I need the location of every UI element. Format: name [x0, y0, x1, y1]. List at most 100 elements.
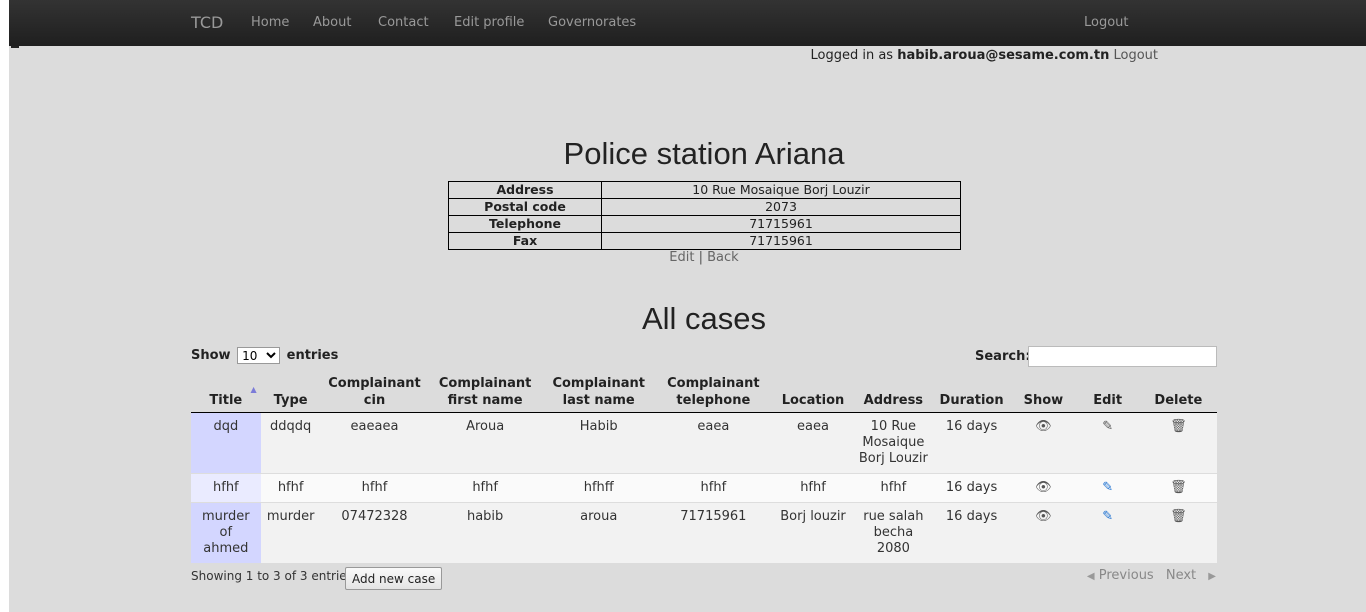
- col-duration-header[interactable]: Duration: [931, 373, 1012, 413]
- nav-contact[interactable]: Contact: [378, 15, 429, 30]
- col-telephone-header[interactable]: Complainant telephone: [655, 373, 772, 413]
- cell-location: Borj louzir: [771, 502, 855, 563]
- trash-icon[interactable]: 🗑: [1170, 419, 1187, 435]
- add-case-button[interactable]: Add new case: [345, 567, 443, 590]
- cell-telephone: hfhf: [655, 473, 772, 503]
- link-separator: |: [698, 250, 703, 265]
- eye-icon[interactable]: 👁: [1035, 509, 1052, 525]
- nav-governorates[interactable]: Governorates: [548, 15, 636, 30]
- cell-duration: 16 days: [931, 412, 1012, 474]
- cell-title: dqd: [191, 412, 261, 474]
- trash-icon[interactable]: 🗑: [1170, 509, 1187, 525]
- table-row: murder of ahmed murder 07472328 habib ar…: [191, 502, 1217, 563]
- entries-length-control: Show 10 entries: [191, 347, 338, 364]
- nav-home[interactable]: Home: [251, 15, 289, 30]
- cell-location: hfhf: [771, 473, 855, 503]
- nav-edit-profile[interactable]: Edit profile: [454, 15, 524, 30]
- cell-title: murder of ahmed: [191, 502, 261, 563]
- table-row: hfhf hfhf hfhf hfhf hfhff hfhf hfhf hfhf…: [191, 473, 1217, 503]
- session-info: Logged in as habib.aroua@sesame.com.tn L…: [810, 48, 1158, 63]
- previous-arrow-icon: ◀: [1086, 571, 1095, 582]
- cell-title: hfhf: [191, 473, 261, 503]
- info-row: Address 10 Rue Mosaique Borj Louzir: [448, 181, 961, 199]
- cell-cin: eaeaea: [320, 412, 429, 474]
- station-actions: Edit | Back: [9, 250, 1366, 265]
- station-info-table: Address 10 Rue Mosaique Borj Louzir Post…: [448, 181, 961, 250]
- cell-show: 👁: [1011, 502, 1076, 563]
- info-label: Telephone: [448, 215, 602, 233]
- pencil-icon[interactable]: ✎: [1102, 509, 1113, 525]
- cell-location: eaea: [771, 412, 855, 474]
- col-title-header[interactable]: Title ▲: [191, 373, 261, 413]
- col-last-name-header[interactable]: Complainant last name: [541, 373, 656, 413]
- cell-telephone: eaea: [655, 412, 772, 474]
- cell-address: 10 Rue Mosaique Borj Louzir: [854, 412, 932, 474]
- entries-select[interactable]: 10: [237, 347, 281, 364]
- page: TCD Home About Contact Edit profile Gove…: [9, 0, 1366, 612]
- info-row: Postal code 2073: [448, 198, 961, 216]
- col-delete-header[interactable]: Delete: [1139, 373, 1217, 413]
- cell-edit: ✎: [1075, 502, 1140, 563]
- cases-title: All cases: [641, 301, 767, 336]
- cell-duration: 16 days: [931, 502, 1012, 563]
- pencil-icon[interactable]: ✎: [1102, 480, 1113, 496]
- cell-cin: hfhf: [320, 473, 429, 503]
- search-label: Search:: [975, 349, 1031, 364]
- cell-duration: 16 days: [931, 473, 1012, 503]
- nav-logout[interactable]: Logout: [1084, 15, 1129, 30]
- cell-last-name: aroua: [541, 502, 656, 563]
- nav-about[interactable]: About: [313, 15, 351, 30]
- cell-last-name: hfhff: [541, 473, 656, 503]
- col-cin-header[interactable]: Complainant cin: [320, 373, 429, 413]
- edit-station-link[interactable]: Edit: [669, 250, 694, 265]
- info-value: 10 Rue Mosaique Borj Louzir: [601, 181, 961, 199]
- trash-icon[interactable]: 🗑: [1170, 480, 1187, 496]
- brand-link[interactable]: TCD: [191, 13, 223, 32]
- cell-last-name: Habib: [541, 412, 656, 474]
- entries-label: entries: [286, 348, 339, 363]
- info-value: 2073: [601, 198, 961, 216]
- table-row: dqd ddqdq eaeaea Aroua Habib eaea eaea 1…: [191, 412, 1217, 474]
- col-edit-header[interactable]: Edit: [1075, 373, 1140, 413]
- cell-edit: ✎: [1075, 473, 1140, 503]
- cell-show: 👁: [1011, 473, 1076, 503]
- session-user: habib.aroua@sesame.com.tn: [897, 48, 1110, 63]
- cell-first-name: habib: [428, 502, 542, 563]
- info-value: 71715961: [601, 232, 961, 250]
- cases-table: Title ▲ Type Complainant cin Complainant …: [191, 373, 1217, 563]
- back-link[interactable]: Back: [707, 250, 739, 265]
- session-logout-link[interactable]: Logout: [1113, 48, 1158, 63]
- next-button[interactable]: Next: [1166, 568, 1196, 583]
- eye-icon[interactable]: 👁: [1035, 480, 1052, 496]
- cell-first-name: hfhf: [428, 473, 542, 503]
- previous-button[interactable]: Previous: [1099, 568, 1154, 583]
- search-input[interactable]: [1028, 346, 1217, 367]
- col-type-header[interactable]: Type: [260, 373, 321, 413]
- cell-type: ddqdq: [260, 412, 321, 474]
- col-first-name-header[interactable]: Complainant first name: [428, 373, 542, 413]
- show-label: Show: [191, 348, 231, 363]
- station-title: Police station Ariana: [563, 136, 845, 171]
- col-location-header[interactable]: Location: [771, 373, 855, 413]
- info-label: Fax: [448, 232, 602, 250]
- col-show-header[interactable]: Show: [1011, 373, 1076, 413]
- col-address-header[interactable]: Address: [854, 373, 932, 413]
- next-arrow-icon: ▶: [1208, 571, 1216, 582]
- cell-type: hfhf: [260, 473, 321, 503]
- info-value: 71715961: [601, 215, 961, 233]
- info-label: Address: [448, 181, 602, 199]
- table-info: Showing 1 to 3 of 3 entries: [191, 569, 353, 583]
- cell-telephone: 71715961: [655, 502, 772, 563]
- info-label: Postal code: [448, 198, 602, 216]
- session-prefix: Logged in as: [810, 48, 894, 63]
- cell-type: murder: [260, 502, 321, 563]
- cell-cin: 07472328: [320, 502, 429, 563]
- pencil-icon[interactable]: ✎: [1102, 419, 1113, 435]
- info-row: Telephone 71715961: [448, 215, 961, 233]
- eye-icon[interactable]: 👁: [1035, 419, 1052, 435]
- cell-edit: ✎: [1075, 412, 1140, 474]
- cell-address: rue salah becha 2080: [854, 502, 932, 563]
- cell-first-name: Aroua: [428, 412, 542, 474]
- sort-asc-icon: ▲: [250, 385, 257, 394]
- navbar: TCD Home About Contact Edit profile Gove…: [9, 0, 1366, 46]
